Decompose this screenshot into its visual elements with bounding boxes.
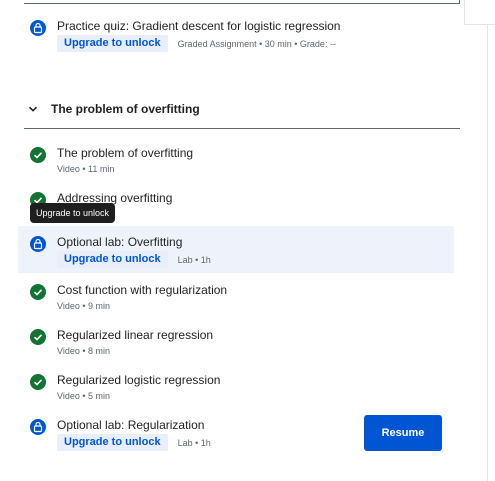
item-title[interactable]: Practice quiz: Gradient descent for logi… — [57, 18, 340, 34]
section-title: The problem of overfitting — [51, 102, 200, 116]
item-title[interactable]: Cost function with regularization — [57, 282, 227, 298]
chevron-down-icon[interactable] — [24, 100, 42, 118]
list-item[interactable]: The problem of overfitting Video • 11 mi… — [18, 145, 454, 191]
item-title[interactable]: Regularized logistic regression — [57, 372, 220, 388]
list-item-practice-quiz[interactable]: Practice quiz: Gradient descent for logi… — [18, 18, 454, 64]
check-circle-icon — [30, 374, 46, 390]
divider-edge — [459, 0, 460, 4]
item-meta: Video • 5 min — [57, 391, 111, 401]
lock-icon — [30, 419, 46, 435]
list-item[interactable]: Regularized logistic regression Video • … — [18, 372, 454, 418]
lock-icon — [30, 236, 46, 252]
item-title[interactable]: The problem of overfitting — [57, 145, 193, 161]
item-title[interactable]: Regularized linear regression — [57, 327, 213, 343]
upgrade-link[interactable]: Upgrade to unlock — [57, 35, 168, 52]
section-header[interactable]: The problem of overfitting — [24, 98, 200, 120]
list-item[interactable]: Regularized linear regression Video • 8 … — [18, 327, 454, 373]
item-meta: Video • 11 min — [57, 164, 115, 174]
item-meta: Video • 8 min — [57, 346, 111, 356]
section-divider — [24, 128, 460, 129]
resume-button[interactable]: Resume — [364, 415, 442, 451]
side-panel-edge — [464, 0, 495, 25]
list-item-optional-lab-overfitting[interactable]: Optional lab: Overfitting Upgrade to unl… — [18, 226, 454, 273]
upgrade-link[interactable]: Upgrade to unlock — [57, 251, 168, 268]
side-panel-border — [487, 24, 488, 481]
tooltip: Upgrade to unlock — [30, 203, 116, 223]
lock-icon — [30, 20, 46, 36]
upgrade-link[interactable]: Upgrade to unlock — [57, 434, 168, 451]
item-title[interactable]: Optional lab: Regularization — [57, 417, 204, 433]
check-circle-icon — [30, 147, 46, 163]
item-title[interactable]: Optional lab: Overfitting — [57, 234, 182, 250]
item-meta: Lab • 1h — [177, 254, 211, 265]
top-divider — [24, 3, 460, 4]
check-circle-icon — [30, 284, 46, 300]
item-meta: Lab • 1h — [177, 437, 211, 448]
list-item[interactable]: Cost function with regularization Video … — [18, 282, 454, 328]
item-meta: Video • 9 min — [57, 301, 111, 311]
check-circle-icon — [30, 329, 46, 345]
item-meta: Graded Assignment • 30 min • Grade: -- — [177, 38, 336, 49]
